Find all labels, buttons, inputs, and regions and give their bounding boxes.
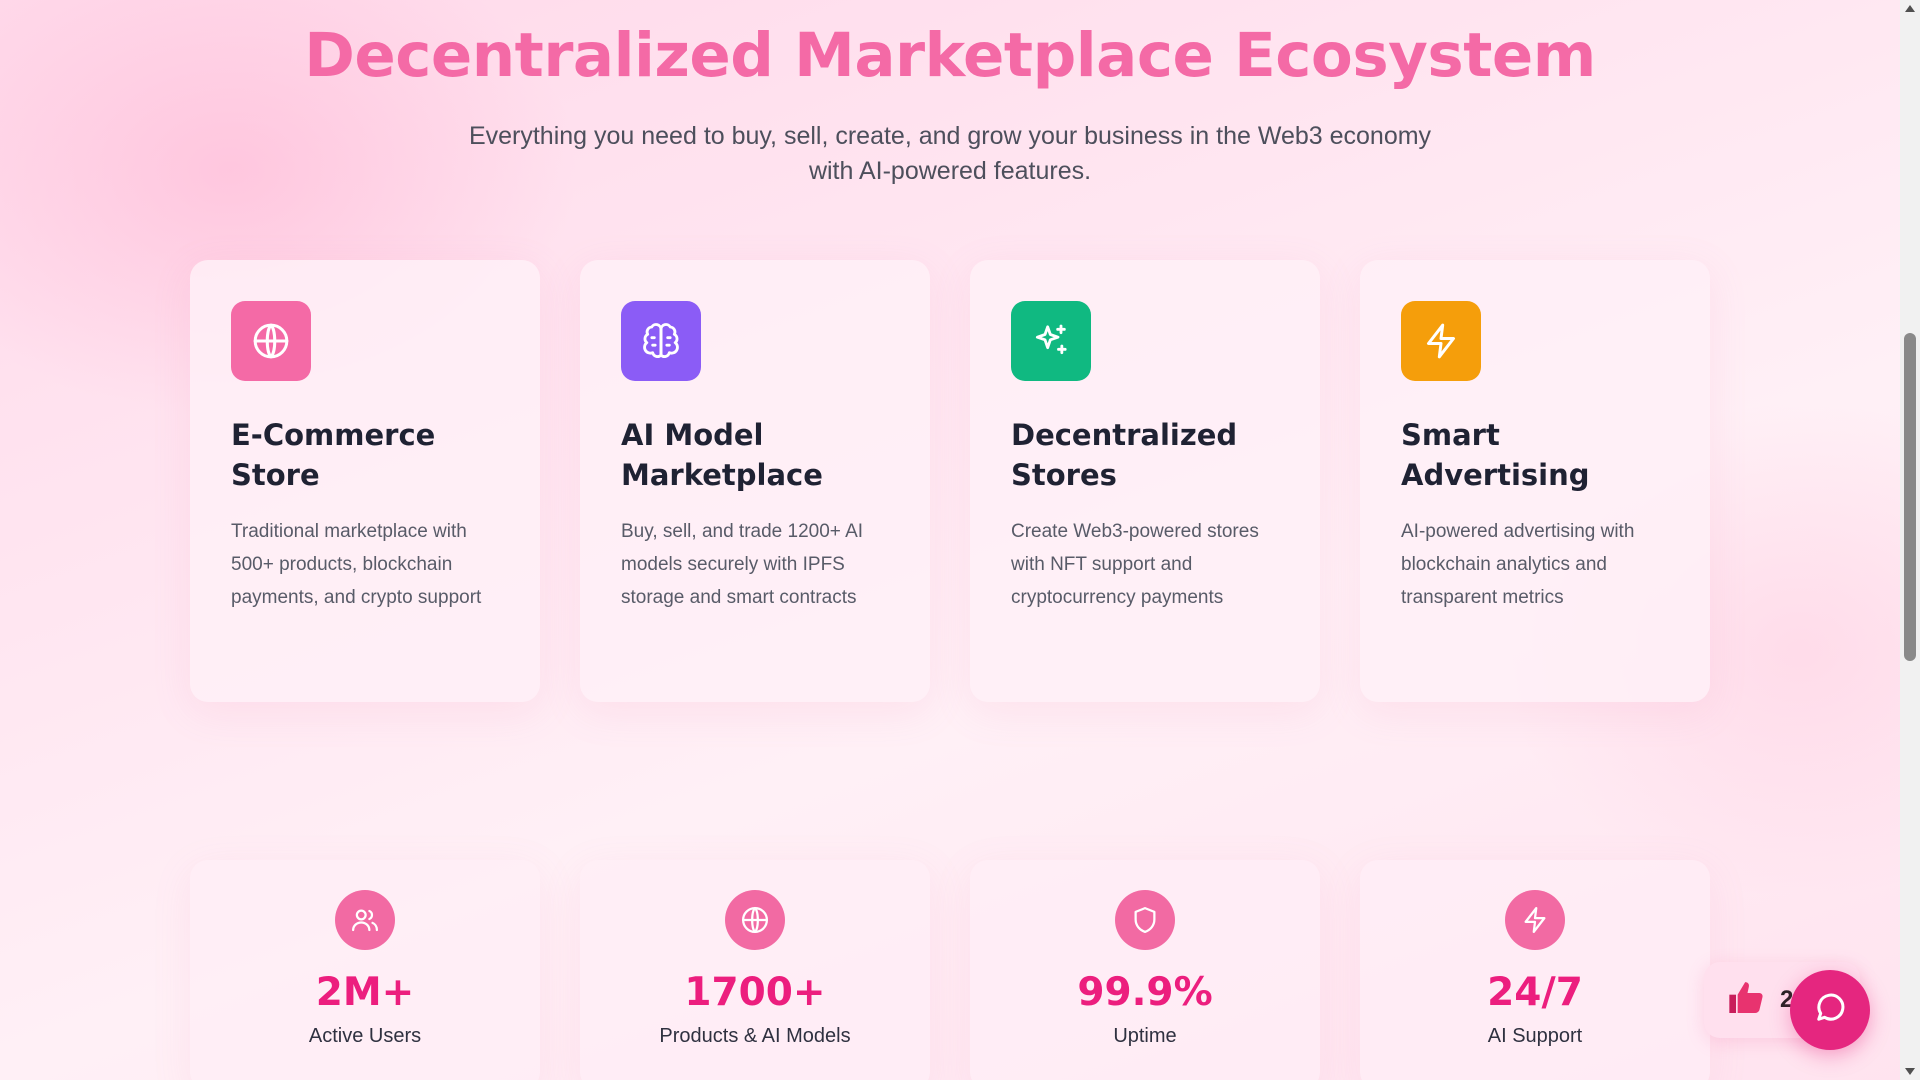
brain-icon	[621, 301, 701, 381]
page-title: Decentralized Marketplace Ecosystem	[304, 20, 1596, 91]
feature-title: AI Model Marketplace	[621, 418, 823, 492]
sparkles-icon	[1011, 301, 1091, 381]
subtitle-line: Everything you need to buy, sell, create…	[468, 122, 1432, 150]
stats-section: 2M+ Active Users 1700+ Products & AI Mod…	[190, 860, 1712, 1080]
stat-label: AI Support	[1487, 1025, 1583, 1047]
scroll-up-arrow[interactable]	[1905, 5, 1915, 12]
stat-card-support: 24/7 AI Support	[1360, 860, 1710, 1080]
subtitle-line: with AI-powered features.	[808, 157, 1092, 185]
scrollbar-thumb[interactable]	[1904, 333, 1916, 661]
feature-title: Smart Advertising	[1401, 418, 1590, 492]
scroll-down-arrow[interactable]	[1905, 1068, 1915, 1075]
stat-card-uptime: 99.9% Uptime	[970, 860, 1320, 1080]
stat-label: Active Users	[308, 1025, 422, 1047]
hero-section: Decentralized Marketplace Ecosystem Ever…	[0, 0, 1900, 189]
feature-card-decentralized-stores[interactable]: Decentralized Stores Create Web3-powered…	[970, 260, 1320, 702]
feature-title: Decentralized Stores	[1011, 418, 1238, 492]
stat-label: Uptime	[1113, 1025, 1177, 1047]
feature-description: Create Web3-powered stores with NFT supp…	[1011, 521, 1259, 608]
stat-value: 1700+	[684, 970, 826, 1015]
stat-card-users: 2M+ Active Users	[190, 860, 540, 1080]
thumbs-up-icon	[1726, 978, 1766, 1023]
lightning-icon	[1505, 890, 1565, 950]
feature-cards: E-Commerce Store Traditional marketplace…	[190, 260, 1712, 702]
stat-value: 2M+	[315, 970, 415, 1015]
lightning-icon	[1401, 301, 1481, 381]
chat-button[interactable]	[1790, 970, 1870, 1050]
feature-description: Traditional marketplace with 500+ produc…	[231, 521, 482, 608]
vertical-scrollbar[interactable]	[1900, 0, 1920, 1080]
page: Decentralized Marketplace Ecosystem Ever…	[0, 0, 1900, 1080]
feature-description: Buy, sell, and trade 1200+ AI models sec…	[621, 521, 864, 608]
stat-card-products: 1700+ Products & AI Models	[580, 860, 930, 1080]
page-subtitle: Everything you need to buy, sell, create…	[460, 119, 1440, 189]
feature-description: AI-powered advertising with blockchain a…	[1401, 521, 1635, 608]
stat-label: Products & AI Models	[659, 1025, 851, 1047]
users-icon	[335, 890, 395, 950]
chat-bubble-icon	[1812, 990, 1848, 1031]
feature-card-ai-models[interactable]: AI Model Marketplace Buy, sell, and trad…	[580, 260, 930, 702]
stat-value: 99.9%	[1077, 970, 1213, 1015]
feature-title: E-Commerce Store	[231, 418, 436, 492]
shield-icon	[1115, 890, 1175, 950]
globe-icon	[231, 301, 311, 381]
feature-card-ecommerce[interactable]: E-Commerce Store Traditional marketplace…	[190, 260, 540, 702]
feature-card-smart-advertising[interactable]: Smart Advertising AI-powered advertising…	[1360, 260, 1710, 702]
globe-icon	[725, 890, 785, 950]
stat-value: 24/7	[1487, 970, 1583, 1015]
